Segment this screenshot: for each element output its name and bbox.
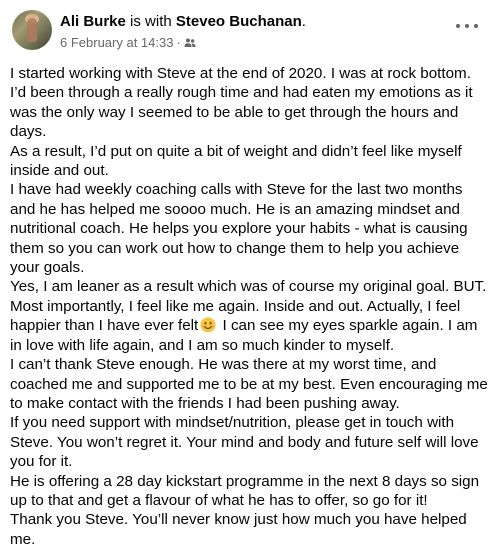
post-paragraph: Yes, I am leaner as a result which was o… — [10, 277, 488, 355]
ellipsis-icon-dot — [474, 24, 478, 28]
post-meta: 6 February at 14:33 · — [60, 35, 196, 51]
with-label: is with — [130, 13, 172, 30]
tagged-suffix: . — [301, 13, 306, 30]
ellipsis-icon — [456, 24, 460, 28]
post-paragraph: I started working with Steve at the end … — [10, 65, 473, 141]
post-paragraph: I have had weekly coaching calls with St… — [10, 181, 468, 277]
ellipsis-icon-dot — [465, 24, 469, 28]
friends-icon[interactable] — [184, 37, 196, 49]
meta-separator: · — [176, 35, 181, 50]
more-options-button[interactable] — [456, 20, 478, 32]
author-name[interactable]: Ali Burke — [60, 13, 126, 30]
author-avatar[interactable] — [12, 10, 52, 50]
post-paragraph: I can’t thank Steve enough. He was there… — [10, 356, 488, 412]
smiling-face-emoji — [200, 317, 216, 333]
post-paragraph: He is offering a 28 day kickstart progra… — [10, 472, 480, 509]
tagged-person-name[interactable]: Steveo Buchanan — [176, 13, 302, 30]
post-timestamp[interactable]: 6 February at 14:33 — [60, 35, 173, 51]
facebook-post: Ali Burke is with Steveo Buchanan. 6 Feb… — [0, 0, 492, 560]
post-body: I started working with Steve at the end … — [10, 64, 488, 549]
post-header: Ali Burke is with Steveo Buchanan. — [60, 13, 306, 31]
post-paragraph: Thank you Steve. You’ll never know just … — [10, 511, 467, 548]
post-paragraph: If you need support with mindset/nutriti… — [10, 414, 479, 471]
avatar-body-shape — [27, 18, 37, 42]
post-paragraph: As a result, I’d put on quite a bit of w… — [10, 142, 462, 180]
